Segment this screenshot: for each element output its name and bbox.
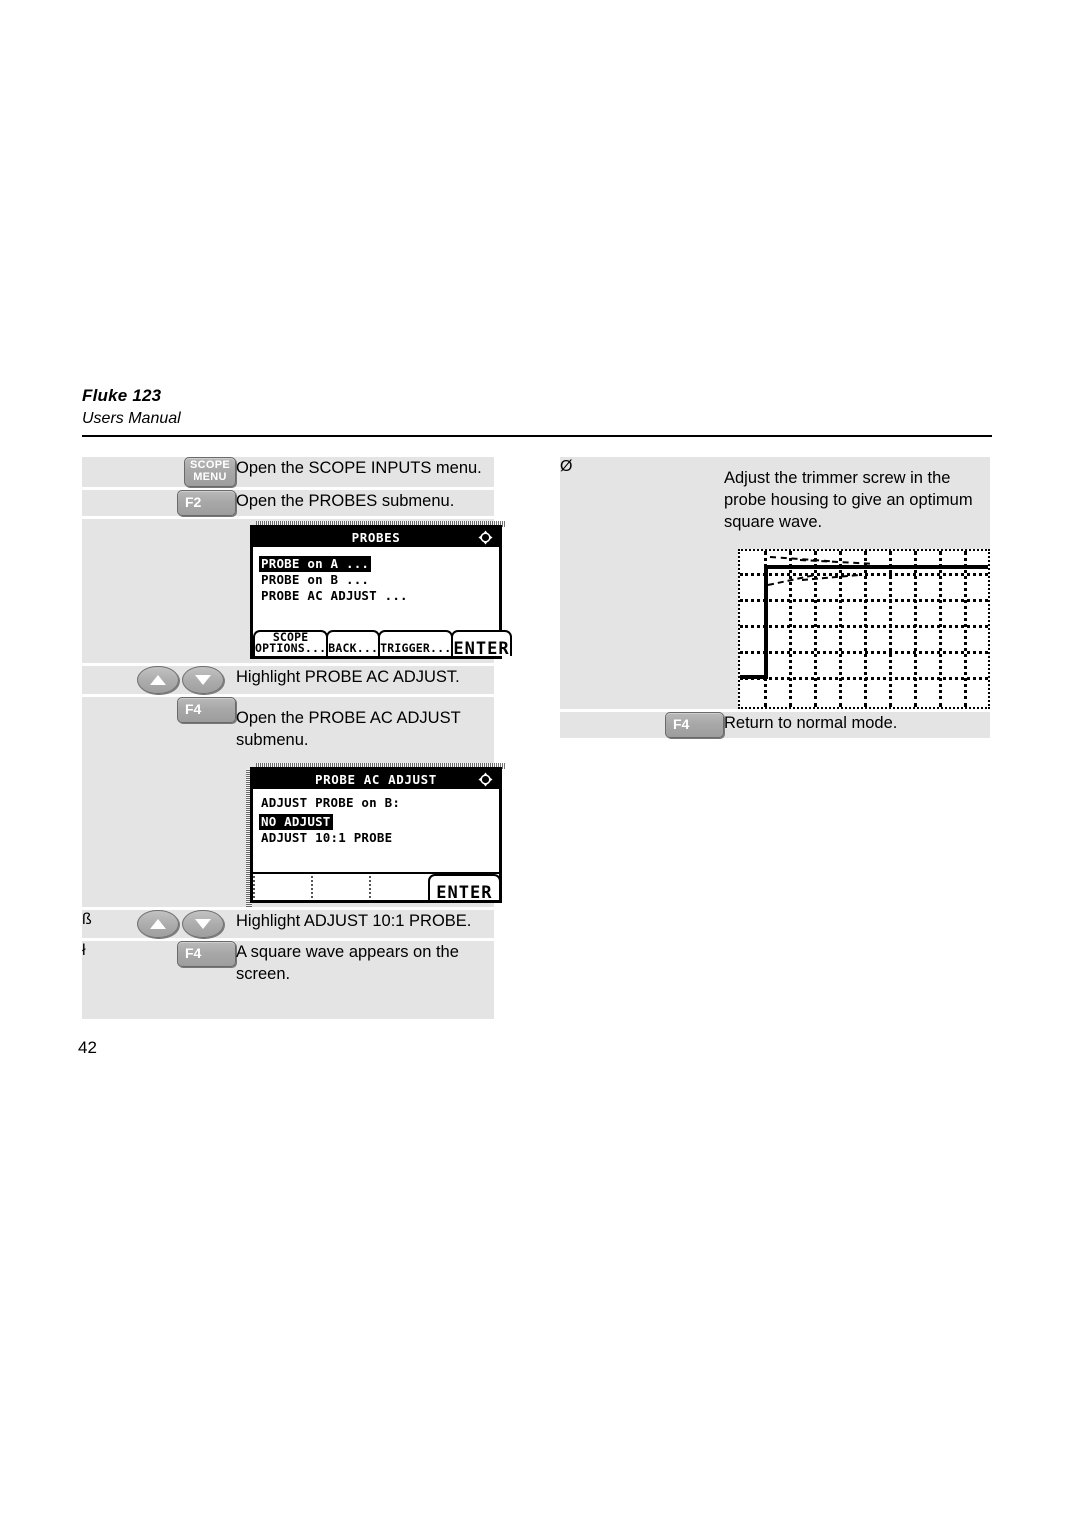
key-cell: F4 <box>124 695 236 910</box>
step-cell: Open the PROBE AC ADJUST submenu. PROBE … <box>236 695 506 910</box>
table-row: F4 Open the PROBE AC ADJUST submenu. PRO… <box>82 695 506 910</box>
lcd-menu-label: ADJUST PROBE on B: <box>261 795 401 810</box>
step-marker <box>82 695 124 910</box>
page-number: 42 <box>78 1038 97 1057</box>
table-row: ł F4 A square wave appears on the screen… <box>82 939 494 1019</box>
step-description: A square wave appears on the screen. <box>236 939 494 1019</box>
key-cell: F4 <box>124 939 236 1019</box>
f4-button[interactable]: F4 <box>665 712 724 738</box>
waveform-trace-low <box>740 675 766 679</box>
step-description: Return to normal mode. <box>724 710 990 738</box>
softkey-trigger[interactable]: TRIGGER... <box>378 630 454 656</box>
softkey-scope-options[interactable]: SCOPE OPTIONS... <box>253 630 329 656</box>
lcd-title-text: PROBE AC ADJUST <box>315 772 437 787</box>
step-description: Open the SCOPE INPUTS menu. <box>236 457 494 490</box>
softkey-empty <box>253 874 313 900</box>
step-marker <box>82 457 124 490</box>
softkey-enter[interactable]: ENTER <box>451 630 512 658</box>
softkey-empty <box>311 874 371 900</box>
page-header: Fluke 123 Users Manual <box>82 386 992 437</box>
step-description: Adjust the trimmer screw in the probe ho… <box>724 469 973 531</box>
step-marker: Ø <box>560 457 604 712</box>
document-title: Fluke 123 <box>82 386 162 405</box>
lcd-title-text: PROBES <box>351 530 401 545</box>
arrow-up-button[interactable] <box>136 666 179 694</box>
left-steps-table: SCOPE MENU Open the SCOPE INPUTS menu. F… <box>82 457 512 1019</box>
arrow-up-icon <box>149 919 166 929</box>
lcd-menu-item[interactable]: PROBE on B ... <box>261 572 499 588</box>
step-marker <box>82 488 124 519</box>
f4-button[interactable]: F4 <box>177 697 236 723</box>
f2-button[interactable]: F2 <box>177 490 236 516</box>
lcd-body: PROBES PROBE on A ... PROBE on B ... PRO… <box>250 525 512 659</box>
lcd-screenshot-probe-ac-adjust: PROBE AC ADJUST ADJUST PROBE on B: NO AD… <box>246 763 506 907</box>
lcd-menu-item[interactable]: ADJUST 10:1 PROBE <box>261 830 499 846</box>
softkey-back[interactable]: BACK... <box>326 630 381 656</box>
lcd-title-bar: PROBE AC ADJUST <box>253 770 499 789</box>
step-description: Open the PROBE AC ADJUST submenu. <box>236 709 461 749</box>
key-cell: F4 <box>604 710 724 738</box>
step-marker: ß <box>82 908 124 941</box>
document-subtitle: Users Manual <box>82 410 181 427</box>
step-marker <box>82 517 124 666</box>
scope-menu-button[interactable]: SCOPE MENU <box>184 457 236 487</box>
step-cell: Adjust the trimmer screw in the probe ho… <box>724 457 990 712</box>
waveform-trace-edge <box>764 565 768 679</box>
four-way-arrow-icon <box>478 772 493 787</box>
table-row: PROBES PROBE on A ... PROBE on B ... PRO… <box>82 517 512 666</box>
table-row: F4 Return to normal mode. <box>560 710 990 738</box>
lcd-menu-list: PROBE on A ... PROBE on B ... PROBE AC A… <box>253 547 499 631</box>
arrow-up-icon <box>149 675 166 685</box>
f4-button[interactable]: F4 <box>177 941 236 967</box>
lcd-menu-item[interactable]: PROBE on A ... <box>259 556 372 572</box>
step-description: Open the PROBES submenu. <box>236 488 494 519</box>
lcd-screenshot-probes: PROBES PROBE on A ... PROBE on B ... PRO… <box>250 521 512 659</box>
softkey-enter[interactable]: ENTER <box>427 874 501 902</box>
lcd-cell-probes: PROBES PROBE on A ... PROBE on B ... PRO… <box>236 517 512 666</box>
lcd-menu-item[interactable]: PROBE AC ADJUST ... <box>261 588 499 604</box>
softkey-empty <box>369 874 429 900</box>
key-cell <box>604 457 724 712</box>
waveform-trace-high <box>764 565 988 569</box>
table-row: ß Highlight ADJUST 10:1 PROBE. <box>82 908 494 941</box>
scope-menu-line1: SCOPE <box>189 459 230 471</box>
key-cell <box>124 517 236 666</box>
arrow-down-button[interactable] <box>181 910 224 938</box>
key-cell <box>124 664 236 697</box>
step-marker <box>560 710 604 738</box>
lcd-title-bar: PROBES <box>253 528 499 547</box>
four-way-arrow-icon <box>478 530 493 545</box>
step-marker <box>82 664 124 697</box>
header-divider <box>82 435 992 437</box>
arrow-down-button[interactable] <box>181 666 224 694</box>
lcd-menu-item[interactable]: NO ADJUST <box>259 814 333 830</box>
arrow-down-icon <box>194 675 211 685</box>
key-cell: F2 <box>124 488 236 519</box>
table-row: Ø Adjust the trimmer screw in the probe … <box>560 457 990 712</box>
waveform-overshoot-dash <box>799 559 870 565</box>
key-cell: SCOPE MENU <box>124 457 236 490</box>
step-description: Highlight ADJUST 10:1 PROBE. <box>236 908 494 941</box>
lcd-menu-list: ADJUST PROBE on B: NO ADJUST ADJUST 10:1… <box>253 789 499 873</box>
lcd-softkey-row: ENTER <box>253 872 501 902</box>
table-row: Highlight PROBE AC ADJUST. <box>82 664 494 697</box>
table-row: SCOPE MENU Open the SCOPE INPUTS menu. <box>82 457 494 490</box>
key-cell <box>124 908 236 941</box>
right-steps-table: Ø Adjust the trimmer screw in the probe … <box>560 457 990 738</box>
step-marker: ł <box>82 939 124 1019</box>
lcd-body: PROBE AC ADJUST ADJUST PROBE on B: NO AD… <box>250 767 502 903</box>
arrow-up-button[interactable] <box>136 910 179 938</box>
scope-menu-line2: MENU <box>193 470 227 483</box>
step-description: Highlight PROBE AC ADJUST. <box>236 664 494 697</box>
waveform-display <box>738 549 990 709</box>
arrow-down-icon <box>194 919 211 929</box>
table-row: F2 Open the PROBES submenu. <box>82 488 494 519</box>
lcd-softkey-row: SCOPE OPTIONS... BACK... TRIGGER... ENTE… <box>253 630 512 658</box>
